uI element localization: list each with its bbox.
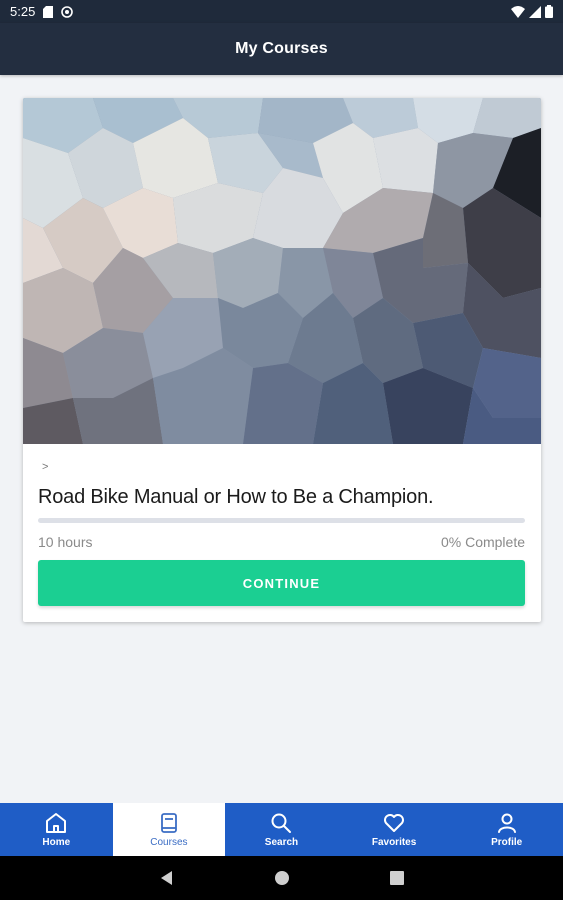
system-nav-bar bbox=[0, 856, 563, 900]
app-bar: My Courses bbox=[0, 23, 563, 75]
breadcrumb: > bbox=[42, 461, 49, 473]
status-bar: 5:25 bbox=[0, 0, 563, 23]
search-icon bbox=[271, 813, 292, 833]
course-duration: 10 hours bbox=[38, 534, 93, 550]
wifi-icon bbox=[511, 5, 525, 18]
nav-label: Profile bbox=[491, 837, 523, 848]
nav-item-courses[interactable]: Courses bbox=[112, 803, 226, 856]
home-icon bbox=[46, 813, 67, 833]
nav-label: Courses bbox=[150, 837, 188, 848]
home-circle-icon[interactable] bbox=[274, 870, 290, 886]
course-card[interactable]: > Road Bike Manual or How to Be a Champi… bbox=[23, 98, 541, 622]
sd-card-icon bbox=[43, 5, 54, 18]
sync-icon bbox=[61, 5, 74, 18]
page-title: My Courses bbox=[235, 40, 328, 57]
back-icon[interactable] bbox=[160, 870, 174, 886]
heart-icon bbox=[384, 814, 405, 832]
nav-item-favorites[interactable]: Favorites bbox=[338, 803, 451, 856]
nav-item-home[interactable]: Home bbox=[0, 803, 113, 856]
signal-icon bbox=[529, 5, 541, 18]
nav-item-profile[interactable]: Profile bbox=[450, 803, 563, 856]
battery-icon bbox=[545, 5, 553, 18]
person-icon bbox=[497, 813, 516, 833]
continue-button[interactable]: CONTINUE bbox=[38, 560, 525, 606]
nav-item-search[interactable]: Search bbox=[225, 803, 338, 856]
nav-label: Home bbox=[42, 837, 71, 848]
recents-icon[interactable] bbox=[389, 871, 404, 885]
book-icon bbox=[160, 813, 177, 833]
bottom-nav: Home Courses Search Favorites Profile bbox=[0, 803, 563, 856]
course-thumbnail[interactable] bbox=[23, 98, 541, 444]
course-title[interactable]: Road Bike Manual or How to Be a Champion… bbox=[38, 486, 434, 509]
nav-label: Search bbox=[264, 837, 299, 848]
progress-text: 0% Complete bbox=[440, 534, 525, 550]
status-time: 5:25 bbox=[10, 4, 36, 19]
progress-bar bbox=[38, 518, 525, 523]
nav-label: Favorites bbox=[371, 837, 417, 848]
